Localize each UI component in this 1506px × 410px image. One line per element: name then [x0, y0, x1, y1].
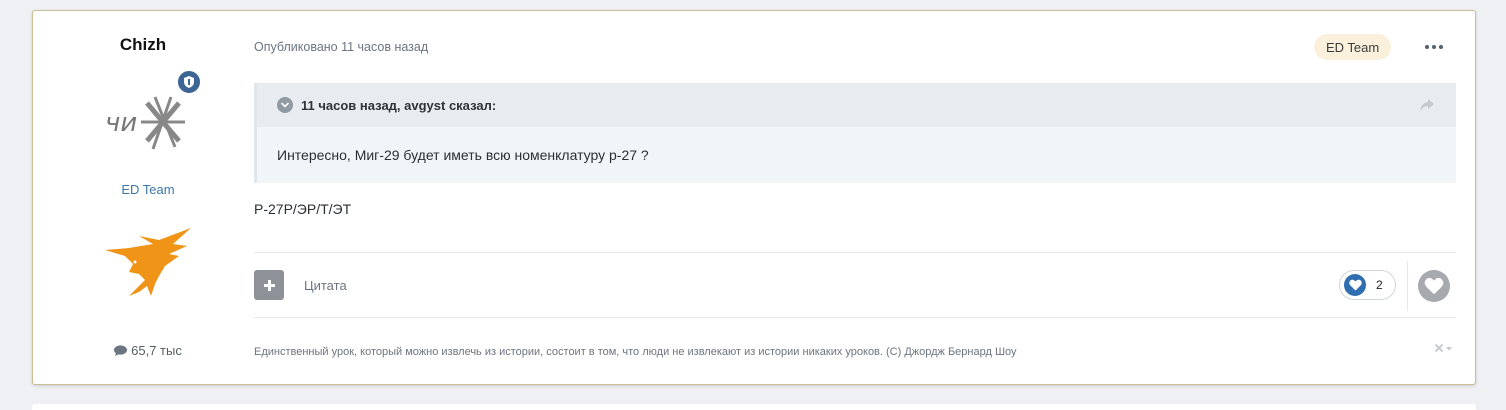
- next-post: [32, 404, 1476, 410]
- quote-link[interactable]: Цитата: [304, 278, 347, 293]
- divider: [254, 252, 1456, 253]
- more-icon: [1425, 45, 1430, 49]
- share-icon[interactable]: [1420, 99, 1434, 111]
- forum-post: Chizh чи ED Team 65,7 тыс Опубликовано 1…: [32, 10, 1476, 385]
- quote-text: Интересно, Миг-29 будет иметь всю номенк…: [277, 147, 649, 163]
- post-count: 65,7 тыс: [93, 343, 203, 358]
- post-content: Р-27Р/ЭР/Т/ЭТ: [254, 201, 352, 217]
- author-name[interactable]: Chizh: [118, 35, 168, 55]
- quote-header: 11 часов назад, avgyst сказал:: [257, 83, 1456, 127]
- quote-block: 11 часов назад, avgyst сказал: Интересно…: [254, 83, 1456, 183]
- chevron-down-icon[interactable]: [277, 97, 293, 113]
- multiquote-button[interactable]: [254, 270, 284, 300]
- quote-citation: 11 часов назад, avgyst сказал:: [301, 97, 497, 113]
- signature-options-button[interactable]: [1434, 343, 1453, 356]
- react-button[interactable]: [1418, 270, 1450, 302]
- post-date[interactable]: Опубликовано 11 часов назад: [254, 40, 428, 54]
- divider: [1407, 261, 1408, 311]
- more-icon-dot: [1438, 45, 1443, 49]
- reaction-count-value: 2: [1376, 278, 1383, 292]
- post-count-value: 65,7 тыс: [131, 343, 182, 358]
- signature: Единственный урок, который можно извлечь…: [254, 346, 1017, 358]
- author-group-link[interactable]: ED Team: [93, 182, 203, 197]
- team-badge: ED Team: [1314, 34, 1392, 60]
- reaction-count-button[interactable]: 2: [1339, 270, 1396, 300]
- plus-icon: [263, 279, 275, 291]
- more-options-button[interactable]: [1421, 35, 1447, 59]
- comment-icon: [114, 345, 128, 356]
- more-icon-dot: [1432, 45, 1436, 49]
- eagle-icon: [105, 228, 191, 296]
- shield-icon: [176, 69, 202, 95]
- divider: [254, 317, 1456, 318]
- svg-text:чи: чи: [105, 108, 137, 138]
- heart-icon: [1424, 277, 1444, 295]
- close-icon: [1434, 343, 1452, 353]
- heart-icon: [1344, 274, 1366, 296]
